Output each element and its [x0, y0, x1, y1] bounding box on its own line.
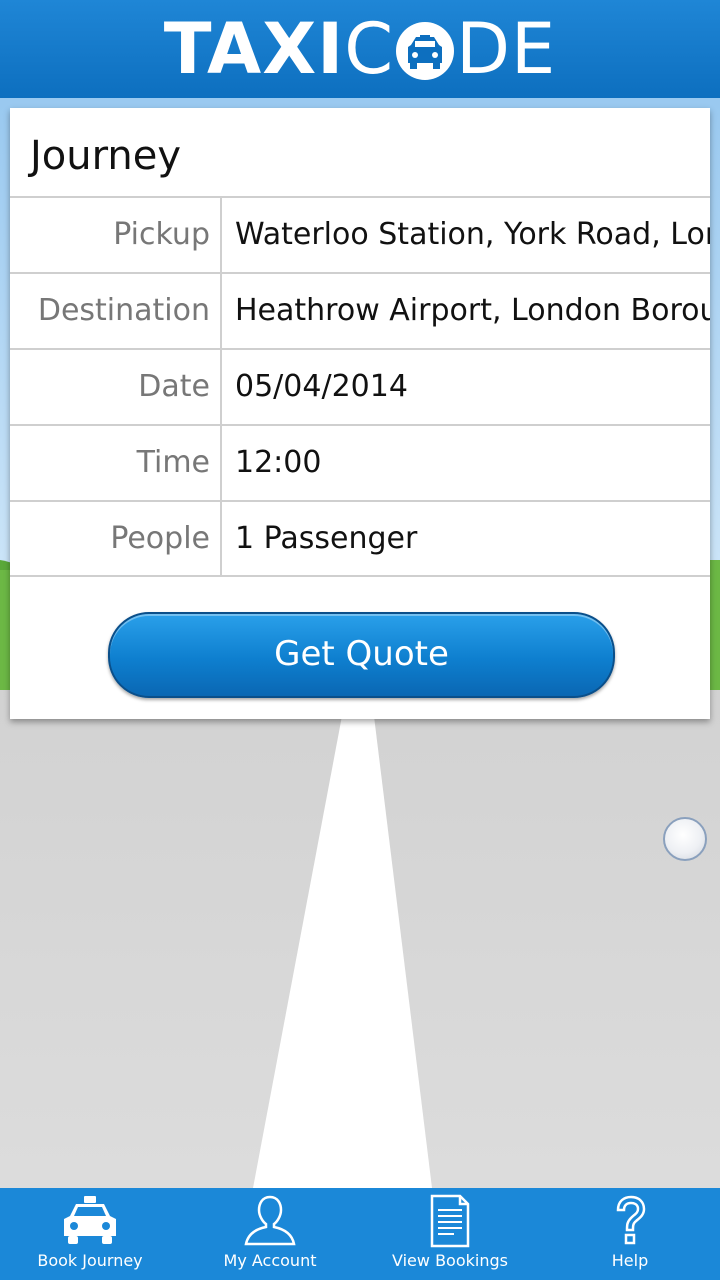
destination-label: Destination [37, 293, 210, 328]
app-header: TAXI C DE [0, 0, 720, 98]
nav-label: Book Journey [37, 1251, 143, 1270]
pickup-label: Pickup [113, 217, 210, 252]
people-row[interactable]: People 1 Passenger [10, 500, 710, 577]
nav-label: Help [611, 1251, 649, 1270]
person-icon [244, 1195, 296, 1246]
divider [10, 575, 710, 577]
time-field[interactable]: 12:00 [235, 426, 710, 501]
time-label: Time [136, 445, 210, 480]
pickup-row[interactable]: Pickup Waterloo Station, York Road, Lond… [10, 196, 710, 273]
row-divider [220, 350, 222, 425]
nav-help[interactable]: Help [540, 1188, 720, 1280]
logo-taxi-icon [396, 22, 455, 80]
nav-label: View Bookings [392, 1251, 508, 1270]
nav-view-bookings[interactable]: View Bookings [360, 1188, 540, 1280]
logo-text-bold: TAXI [163, 8, 345, 90]
logo-text-de: DE [456, 8, 557, 90]
date-field[interactable]: 05/04/2014 [235, 350, 710, 425]
people-label: People [110, 521, 210, 556]
destination-row[interactable]: Destination Heathrow Airport, London Bor… [10, 272, 710, 349]
taxicode-logo: TAXI C DE [0, 14, 720, 84]
date-row[interactable]: Date 05/04/2014 [10, 348, 710, 425]
document-icon [430, 1194, 470, 1248]
nav-label: My Account [223, 1251, 317, 1270]
journey-card: Journey Pickup Waterloo Station, York Ro… [10, 108, 710, 719]
question-icon [616, 1195, 646, 1245]
destination-field[interactable]: Heathrow Airport, London Borough of Hill… [235, 274, 710, 349]
row-divider [220, 198, 222, 273]
floating-handle[interactable] [663, 817, 707, 861]
taxi-icon [64, 1196, 116, 1244]
journey-title: Journey [30, 133, 181, 179]
pickup-field[interactable]: Waterloo Station, York Road, London [235, 198, 710, 273]
bottom-navigation: Book Journey My Account View Bookings He… [0, 1188, 720, 1280]
logo-text-c: C [344, 8, 395, 90]
row-divider [220, 426, 222, 501]
get-quote-button[interactable]: Get Quote [108, 612, 615, 698]
time-row[interactable]: Time 12:00 [10, 424, 710, 501]
date-label: Date [138, 369, 210, 404]
row-divider [220, 502, 222, 577]
people-field[interactable]: 1 Passenger [235, 502, 710, 577]
row-divider [220, 274, 222, 349]
nav-my-account[interactable]: My Account [180, 1188, 360, 1280]
nav-book-journey[interactable]: Book Journey [0, 1188, 180, 1280]
